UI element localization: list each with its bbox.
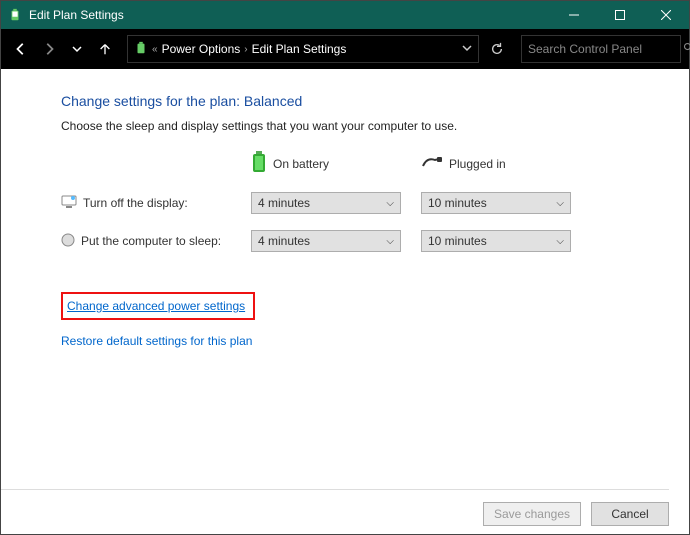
breadcrumb[interactable]: « Power Options › Edit Plan Settings — [127, 35, 479, 63]
dropdown-value: 4 minutes — [258, 234, 310, 248]
page-heading: Change settings for the plan: Balanced — [61, 93, 689, 109]
content-area: Change settings for the plan: Balanced C… — [1, 69, 689, 534]
restore-defaults-link[interactable]: Restore default settings for this plan — [61, 334, 689, 348]
sleep-plugged-dropdown[interactable]: 10 minutes ⌵ — [421, 230, 571, 252]
app-icon — [7, 7, 23, 23]
back-button[interactable] — [9, 37, 33, 61]
control-panel-icon — [134, 41, 148, 58]
minimize-button[interactable] — [551, 1, 597, 29]
advanced-settings-link[interactable]: Change advanced power settings — [67, 299, 245, 313]
chevron-left-icon: « — [152, 44, 158, 55]
refresh-button[interactable] — [483, 35, 511, 63]
chevron-down-icon[interactable] — [462, 43, 472, 56]
display-battery-dropdown[interactable]: 4 minutes ⌵ — [251, 192, 401, 214]
up-button[interactable] — [93, 37, 117, 61]
column-label: On battery — [273, 157, 329, 171]
highlight-box: Change advanced power settings — [61, 292, 255, 320]
row-label-text: Put the computer to sleep: — [81, 234, 221, 248]
sleep-battery-dropdown[interactable]: 4 minutes ⌵ — [251, 230, 401, 252]
dropdown-value: 10 minutes — [428, 196, 487, 210]
column-header-plugged: Plugged in — [421, 155, 581, 172]
chevron-down-icon: ⌵ — [556, 198, 564, 209]
dropdown-value: 4 minutes — [258, 196, 310, 210]
column-label: Plugged in — [449, 157, 506, 171]
breadcrumb-item[interactable]: Edit Plan Settings — [252, 42, 347, 56]
column-header-battery: On battery — [251, 151, 411, 176]
battery-icon — [251, 151, 267, 176]
titlebar: Edit Plan Settings — [1, 1, 689, 29]
maximize-button[interactable] — [597, 1, 643, 29]
row-sleep-label: Put the computer to sleep: — [61, 233, 241, 250]
recent-dropdown-icon[interactable] — [65, 37, 89, 61]
footer: Save changes Cancel — [1, 489, 669, 526]
page-description: Choose the sleep and display settings th… — [61, 119, 689, 133]
moon-icon — [61, 233, 75, 250]
monitor-icon — [61, 195, 77, 212]
save-button[interactable]: Save changes — [483, 502, 581, 526]
chevron-right-icon: › — [244, 44, 247, 55]
display-plugged-dropdown[interactable]: 10 minutes ⌵ — [421, 192, 571, 214]
cancel-button[interactable]: Cancel — [591, 502, 669, 526]
search-input[interactable] — [528, 42, 683, 56]
chevron-down-icon: ⌵ — [556, 236, 564, 247]
chevron-down-icon: ⌵ — [386, 198, 394, 209]
plug-icon — [421, 155, 443, 172]
window-title: Edit Plan Settings — [29, 8, 551, 22]
close-button[interactable] — [643, 1, 689, 29]
navbar: « Power Options › Edit Plan Settings — [1, 29, 689, 69]
search-box[interactable] — [521, 35, 681, 63]
forward-button[interactable] — [37, 37, 61, 61]
breadcrumb-item[interactable]: Power Options — [162, 42, 241, 56]
chevron-down-icon: ⌵ — [386, 236, 394, 247]
dropdown-value: 10 minutes — [428, 234, 487, 248]
row-label-text: Turn off the display: — [83, 196, 188, 210]
row-display-label: Turn off the display: — [61, 195, 241, 212]
search-icon[interactable] — [683, 42, 690, 57]
